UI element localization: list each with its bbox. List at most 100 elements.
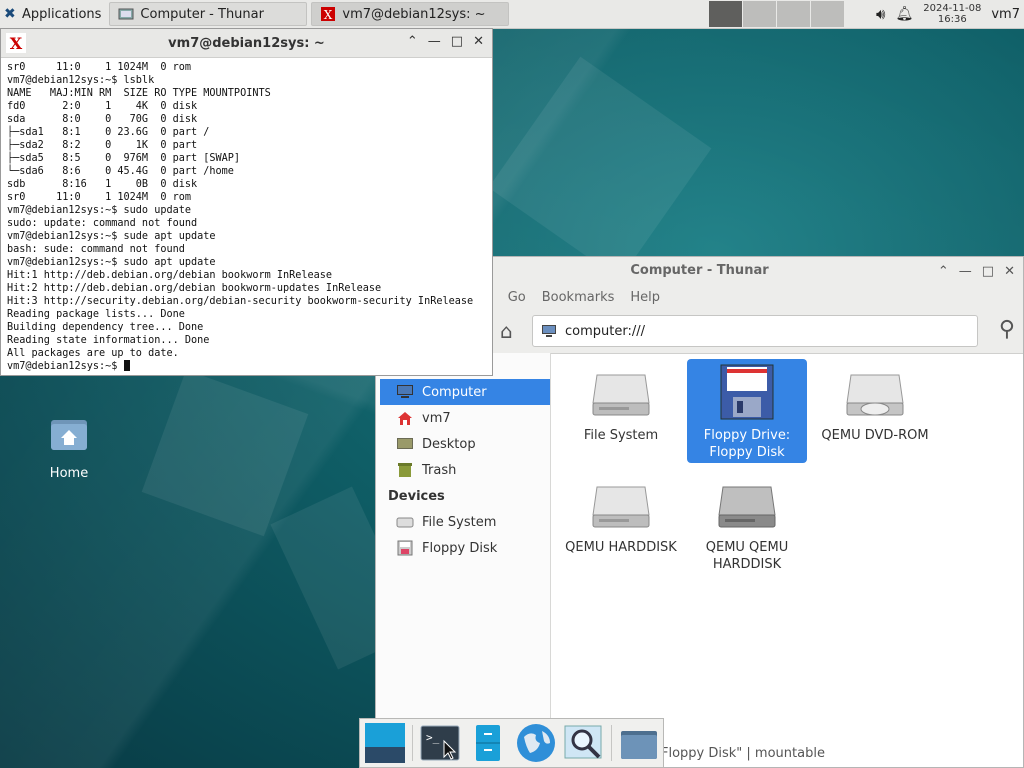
sidebar-item-label: File System	[422, 514, 497, 530]
workspace-switcher	[708, 0, 844, 28]
volume-icon[interactable]: 🔊︎	[876, 5, 885, 23]
task-label: Computer - Thunar	[140, 6, 264, 22]
terminal-line: Reading state information... Done	[7, 335, 210, 346]
file-item-filesystem[interactable]: File System	[561, 359, 681, 463]
dock-folder[interactable]	[618, 722, 660, 764]
dock-web-browser[interactable]	[515, 722, 557, 764]
terminal-prompt: vm7@debian12sys:~$	[7, 361, 124, 372]
maximize-icon[interactable]: □	[982, 264, 994, 279]
harddisk-icon	[592, 374, 650, 416]
top-panel: ✖ Applications Computer - Thunar X vm7@d…	[0, 0, 1024, 29]
terminal-line: Hit:3 http://security.debian.org/debian-…	[7, 296, 474, 307]
sidebar-item-label: Computer	[422, 384, 487, 400]
terminal-line: All packages are up to date.	[7, 348, 179, 359]
terminal-line: Reading package lists... Done	[7, 309, 185, 320]
sidebar-item-home[interactable]: vm7	[376, 405, 550, 431]
menu-go[interactable]: Go	[508, 290, 526, 305]
applications-menu-button[interactable]: ✖ Applications	[0, 0, 105, 28]
svg-text:X: X	[324, 8, 333, 22]
desktop-home-label: Home	[49, 466, 89, 481]
file-view: File System Floppy Drive: Floppy Disk QE…	[551, 353, 1023, 739]
workspace-1[interactable]	[708, 1, 742, 27]
sidebar-item-computer[interactable]: Computer	[380, 379, 550, 405]
wallpaper-shard	[488, 56, 712, 280]
sidebar-item-desktop[interactable]: Desktop	[376, 431, 550, 457]
terminal-window: X vm7@debian12sys: ~ ⌃ — □ ✕ sr0 11:0 1 …	[0, 28, 493, 376]
home-icon[interactable]: ⌂	[500, 319, 513, 343]
file-label-line2: Floppy Disk	[709, 445, 785, 460]
dock-app-finder[interactable]	[563, 722, 605, 764]
desktop-home-icon[interactable]: Home	[36, 414, 102, 481]
sidebar-item-label: Trash	[422, 462, 457, 478]
maximize-icon[interactable]: □	[451, 34, 463, 49]
location-text: computer:///	[565, 323, 645, 339]
task-thunar[interactable]: Computer - Thunar	[109, 2, 308, 26]
trash-icon	[398, 463, 412, 477]
sidebar-item-filesystem[interactable]: File System	[376, 509, 550, 535]
desktop-icon	[397, 438, 413, 449]
sidebar-item-label: vm7	[422, 410, 451, 426]
computer-icon	[542, 325, 556, 337]
terminal-line: ├─sda5 8:5 0 976M 0 part [SWAP]	[7, 153, 241, 164]
terminal-line: sudo: update: command not found	[7, 218, 198, 229]
file-label: QEMU HARDDISK	[565, 540, 677, 555]
terminal-line: vm7@debian12sys:~$ sude apt update	[7, 231, 216, 242]
terminal-line: ├─sda1 8:1 0 23.6G 0 part /	[7, 127, 210, 138]
menu-bookmarks[interactable]: Bookmarks	[542, 290, 615, 305]
terminal-line: sda 8:0 0 70G 0 disk	[7, 114, 198, 125]
clock-date: 2024-11-08	[923, 3, 982, 14]
xfce-mouse-icon: ✖	[4, 6, 16, 22]
task-terminal[interactable]: X vm7@debian12sys: ~	[311, 2, 510, 26]
dock-show-desktop[interactable]	[364, 722, 406, 764]
dock-file-manager[interactable]	[467, 722, 509, 764]
terminal-prompt-line: vm7@debian12sys:~$	[7, 360, 486, 373]
file-item-dvd[interactable]: QEMU DVD-ROM	[815, 359, 935, 463]
globe-icon	[517, 724, 555, 762]
close-icon[interactable]: ✕	[1004, 264, 1015, 279]
file-label-line2: HARDDISK	[712, 557, 782, 572]
status-text: Floppy Disk" | mountable	[661, 745, 825, 761]
minimize-icon[interactable]: —	[959, 264, 972, 279]
terminal-line: Hit:2 http://deb.debian.org/debian bookw…	[7, 283, 382, 294]
sidebar-item-floppy[interactable]: Floppy Disk	[376, 535, 550, 561]
close-icon[interactable]: ✕	[473, 34, 484, 49]
notification-bell-icon[interactable]: 🔔︎	[895, 6, 913, 22]
terminal-cursor	[123, 360, 130, 371]
minimize-icon[interactable]: —	[428, 34, 441, 49]
file-label: QEMU DVD-ROM	[821, 428, 929, 443]
dock-separator	[412, 725, 413, 761]
file-label-line1: Floppy Drive:	[703, 428, 791, 443]
sidebar: Computer vm7 Desktop Trash Devices File …	[376, 353, 551, 767]
clock[interactable]: 2024-11-08 16:36	[923, 3, 981, 25]
file-cabinet-icon	[476, 725, 500, 761]
workspace-2[interactable]	[742, 1, 776, 27]
dock-terminal[interactable]: >_	[419, 722, 461, 764]
terminal-line: vm7@debian12sys:~$ sudo update	[7, 205, 192, 216]
terminal-line: Hit:1 http://deb.debian.org/debian bookw…	[7, 270, 333, 281]
chevron-up-icon[interactable]: ⌃	[938, 264, 949, 279]
file-item-floppy[interactable]: Floppy Drive: Floppy Disk	[687, 359, 807, 463]
file-item-qemu-harddisk[interactable]: QEMU QEMU HARDDISK	[687, 471, 807, 575]
search-icon[interactable]: ⚲	[999, 317, 1015, 342]
dock-separator	[611, 725, 612, 761]
terminal-output[interactable]: sr0 11:0 1 1024M 0 rom vm7@debian12sys:~$…	[1, 58, 492, 376]
sidebar-item-trash[interactable]: Trash	[376, 457, 550, 483]
svg-text:>_: >_	[426, 731, 440, 744]
terminal-line: sdb 8:16 1 0B 0 disk	[7, 179, 198, 190]
floppy-icon	[397, 540, 413, 556]
harddisk-icon	[592, 486, 650, 528]
user-menu[interactable]: vm7	[991, 7, 1020, 22]
menu-help[interactable]: Help	[630, 290, 660, 305]
wallpaper-shard	[141, 369, 309, 537]
dock: >_	[359, 718, 664, 768]
workspace-3[interactable]	[776, 1, 810, 27]
folder-icon	[621, 731, 657, 759]
workspace-4[interactable]	[810, 1, 844, 27]
terminal-line: └─sda6 8:6 0 45.4G 0 part /home	[7, 166, 234, 177]
terminal-line: NAME MAJ:MIN RM SIZE RO TYPE MOUNTPOINTS	[7, 88, 271, 99]
terminal-line: vm7@debian12sys:~$ lsblk	[7, 75, 155, 86]
location-bar[interactable]: computer:///	[532, 315, 978, 347]
file-item-harddisk[interactable]: QEMU HARDDISK	[561, 471, 681, 575]
terminal-titlebar[interactable]: X vm7@debian12sys: ~ ⌃ — □ ✕	[1, 29, 492, 58]
chevron-up-icon[interactable]: ⌃	[407, 34, 418, 49]
